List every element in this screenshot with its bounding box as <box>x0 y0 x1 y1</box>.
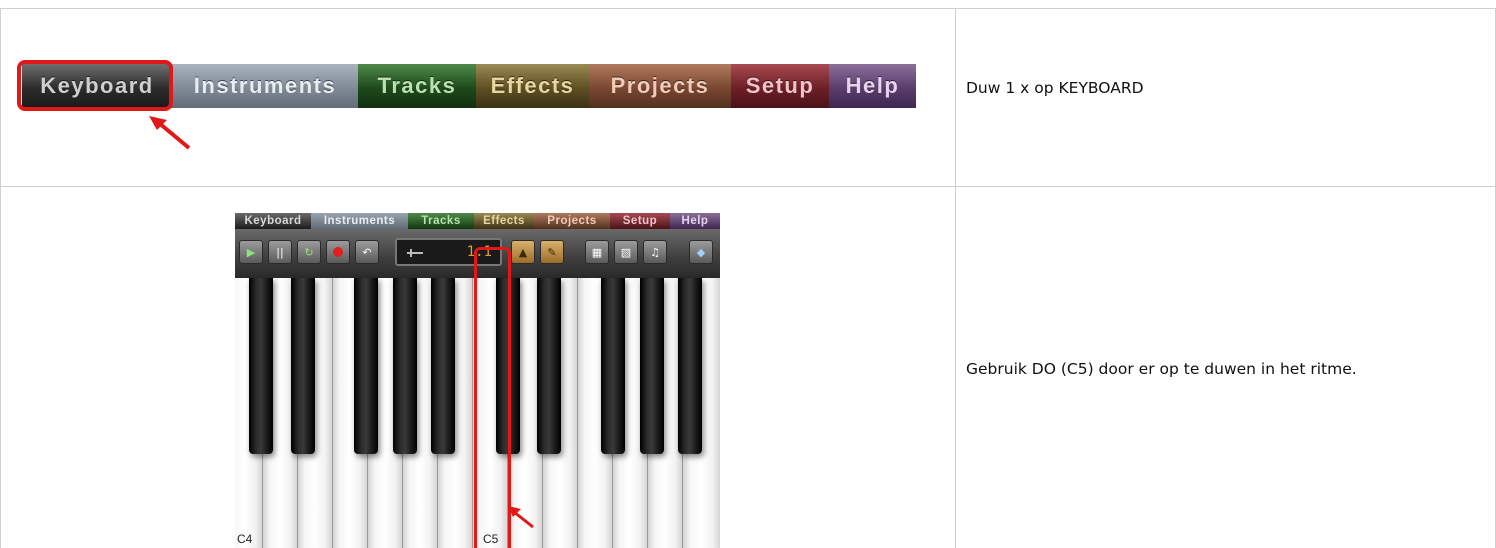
black-key[interactable] <box>678 278 702 454</box>
black-key[interactable] <box>249 278 273 454</box>
black-key[interactable] <box>640 278 664 454</box>
mini-tab-tracks[interactable]: Tracks <box>408 213 474 229</box>
black-key[interactable] <box>291 278 315 454</box>
table-border-left <box>0 8 1 548</box>
undo-button[interactable]: ↶ <box>355 240 379 264</box>
mini-tab-projects[interactable]: Projects <box>534 213 610 229</box>
loop-button[interactable]: ↻ <box>297 240 321 264</box>
piano-view-button[interactable]: ▦ <box>585 240 609 264</box>
mini-tab-effects[interactable]: Effects <box>474 213 534 229</box>
mini-tab-instruments[interactable]: Instruments <box>311 213 408 229</box>
mini-tab-setup[interactable]: Setup <box>610 213 670 229</box>
tab-instruments[interactable]: Instruments <box>172 64 358 108</box>
arrow-icon <box>508 506 534 529</box>
table-border-middle <box>0 186 1496 187</box>
instruction-text-1: Duw 1 x op KEYBOARD <box>966 79 1144 97</box>
black-key[interactable] <box>431 278 455 454</box>
tab-tracks[interactable]: Tracks <box>358 64 476 108</box>
tempo-button[interactable]: ▲ <box>511 240 535 264</box>
tab-setup[interactable]: Setup <box>731 64 829 108</box>
tab-projects[interactable]: Projects <box>589 64 731 108</box>
record-button[interactable] <box>326 240 350 264</box>
play-button[interactable]: ▶ <box>239 240 263 264</box>
mixer-button[interactable]: ♫ <box>643 240 667 264</box>
black-key[interactable] <box>354 278 378 454</box>
instruction-text-2: Gebruik DO (C5) door er op te duwen in h… <box>966 360 1357 378</box>
black-key[interactable] <box>393 278 417 454</box>
mini-tab-keyboard[interactable]: Keyboard <box>235 213 311 229</box>
keyboard-highlight-box <box>17 60 173 111</box>
table-border-top <box>0 8 1496 9</box>
pause-button[interactable]: || <box>268 240 292 264</box>
metronome-icon <box>407 249 423 257</box>
tab-effects[interactable]: Effects <box>476 64 589 108</box>
tuning-button[interactable]: ✎ <box>540 240 564 264</box>
tab-help[interactable]: Help <box>829 64 916 108</box>
mini-tab-help[interactable]: Help <box>670 213 720 229</box>
black-key[interactable] <box>537 278 561 454</box>
table-border-column <box>955 8 956 548</box>
settings-button[interactable]: ◆ <box>689 240 713 264</box>
arrow-icon <box>149 116 191 150</box>
grid-view-button[interactable]: ▧ <box>614 240 638 264</box>
black-key[interactable] <box>601 278 625 454</box>
key-label-c4: C4 <box>237 532 253 546</box>
